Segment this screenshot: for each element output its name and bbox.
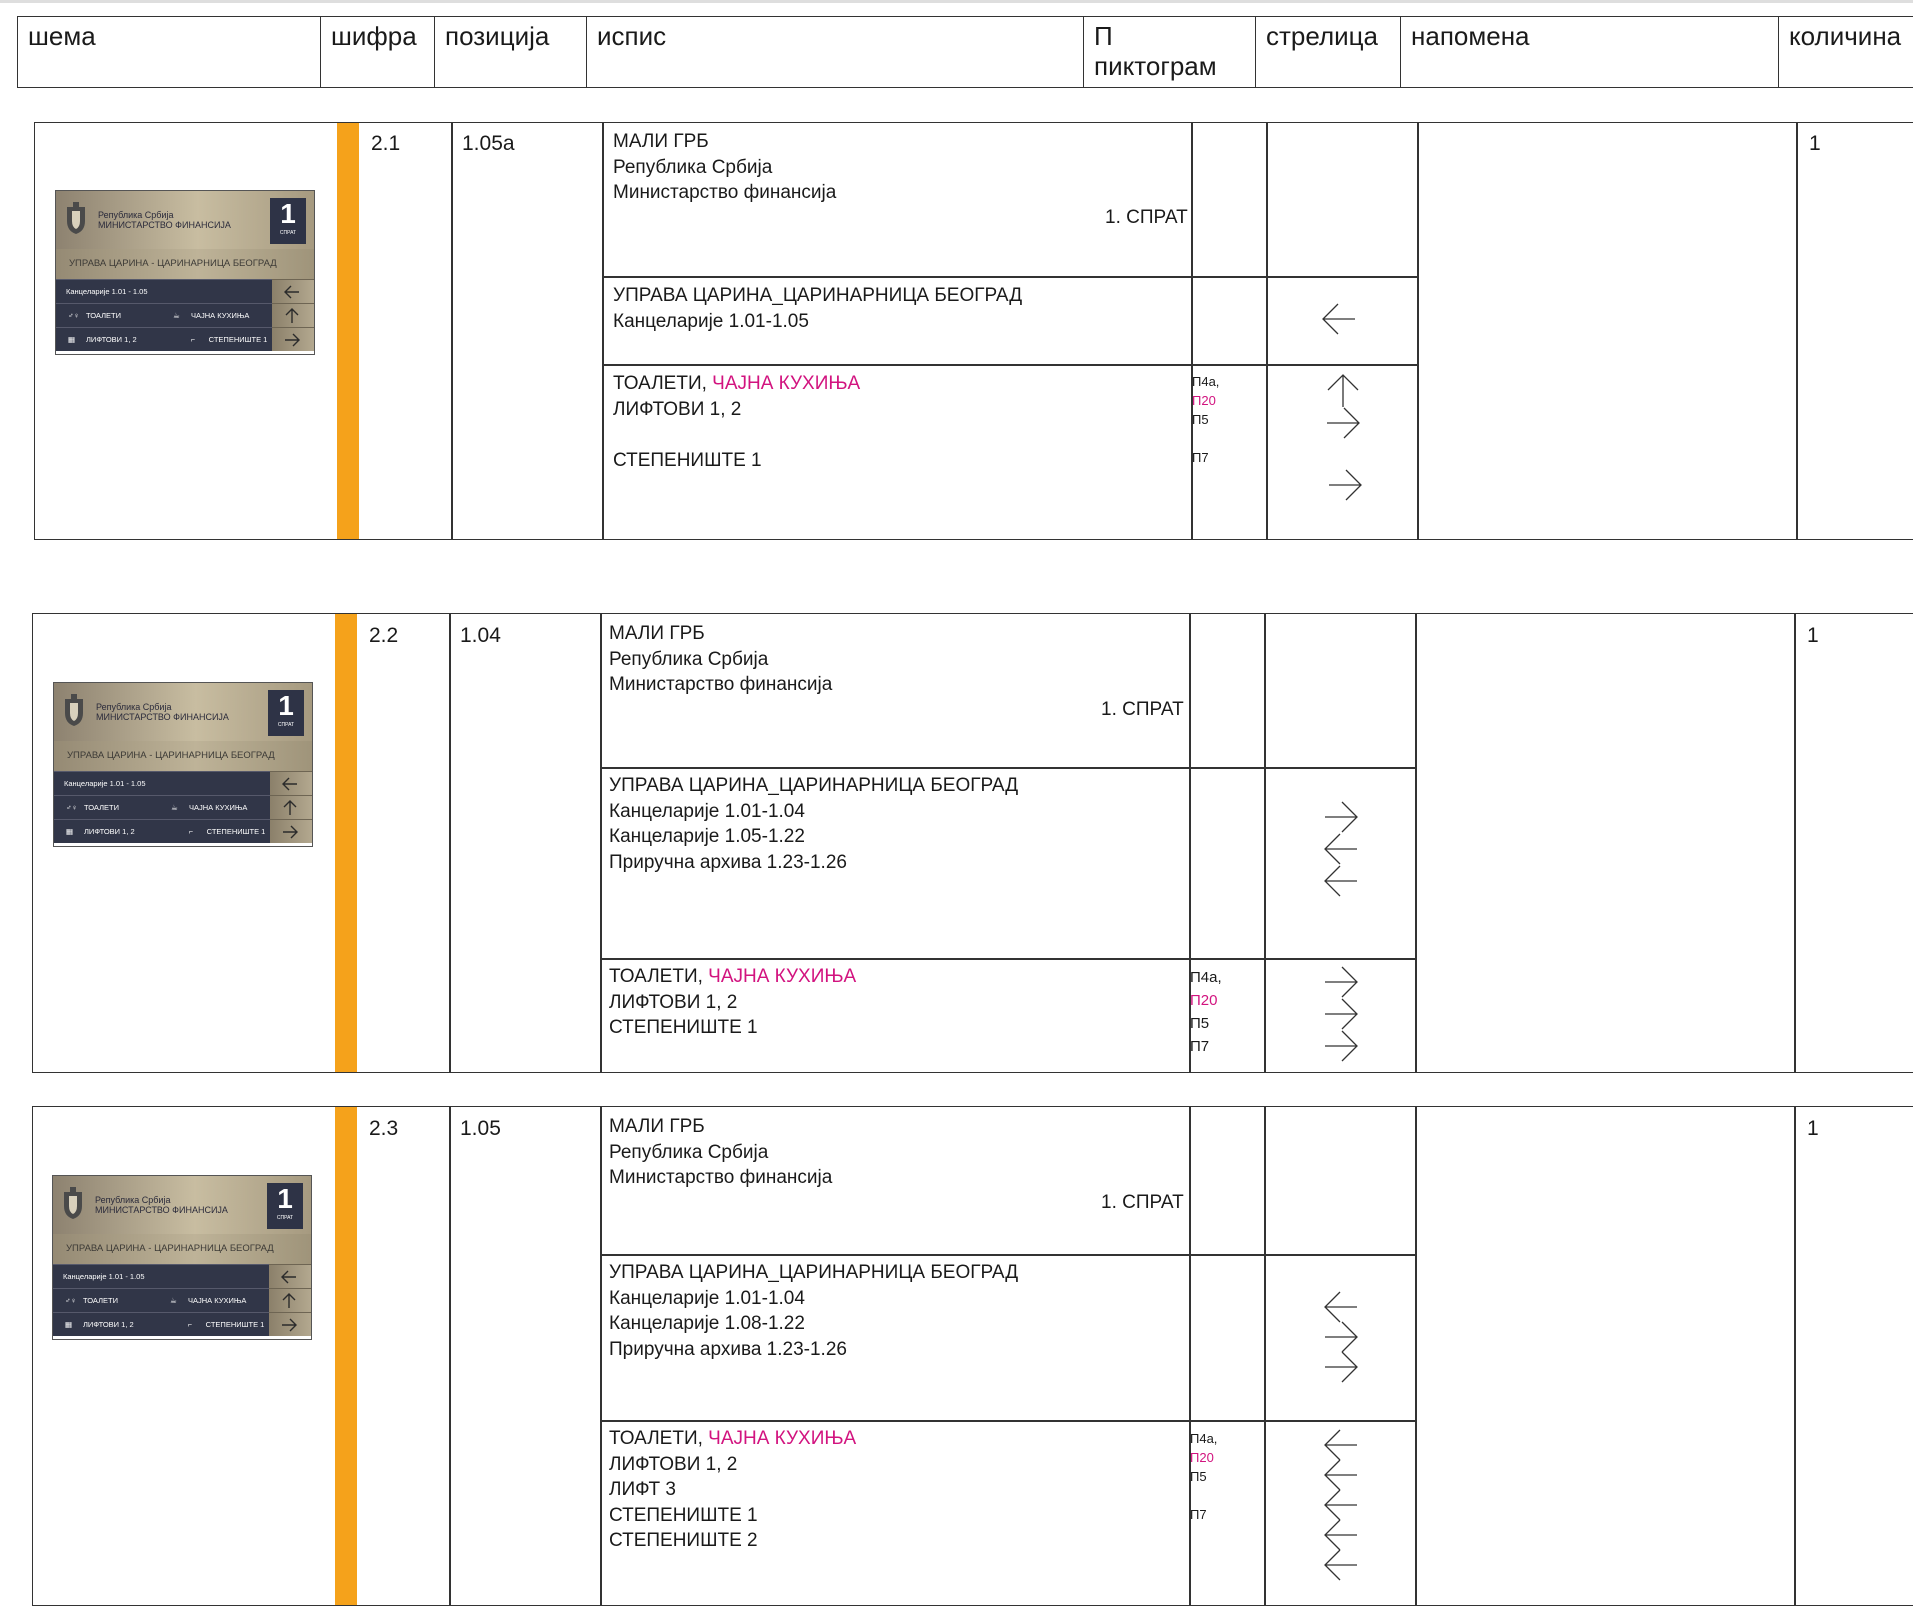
header-schema: шема xyxy=(18,17,321,87)
table-row: Република Србија МИНИСТАРСТВО ФИНАНСИЈА 1… xyxy=(32,613,1913,1073)
header-quantity: количина xyxy=(1789,21,1902,51)
sign-row-toilets: ♂♀ ТОАЛЕТИ ☕ ЧАЈНА КУХИЊА xyxy=(54,795,272,819)
right-arrow-icon xyxy=(270,819,312,843)
section-header-text: МАЛИ ГРБ Република Србија Министарство фин… xyxy=(609,623,833,695)
right-arrow-icon xyxy=(1323,964,1359,1000)
sign-preview: Република Србија МИНИСТАРСТВО ФИНАНСИЈА 1… xyxy=(52,1175,312,1340)
left-arrow-icon xyxy=(1323,1547,1359,1583)
section-directory-text: УПРАВА ЦАРИНА_ЦАРИНАРНИЦА БЕОГРАД Канцела… xyxy=(609,775,1019,873)
orange-marker xyxy=(335,614,357,1072)
sign-floor-badge: 1 СПРАТ xyxy=(268,690,304,736)
table-row: Република Србија МИНИСТАРСТВО ФИНАНСИЈА 1… xyxy=(34,122,1913,540)
section-directory-text: УПРАВА ЦАРИНА_ЦАРИНАРНИЦА БЕОГРАД Канцела… xyxy=(613,285,1023,332)
sign-preview: Република Србија МИНИСТАРСТВО ФИНАНСИЈА 1… xyxy=(53,682,313,847)
position-value: 1.05а xyxy=(462,132,515,155)
header-pictogram-line2: пиктограм xyxy=(1094,51,1217,81)
sign-row-offices: Канцеларије 1.01 - 1.05 xyxy=(54,771,272,795)
section-facilities-text: ТОАЛЕТИ, ЧАЈНА КУХИЊА ЛИФТОВИ 1, 2 ЛИФТ … xyxy=(609,1428,857,1551)
section-directory-text: УПРАВА ЦАРИНА_ЦАРИНАРНИЦА БЕОГРАД Канцела… xyxy=(609,1262,1019,1360)
right-arrow-icon xyxy=(1327,467,1363,503)
stairs-icon: ⌐ xyxy=(190,335,196,344)
left-arrow-icon xyxy=(270,771,312,795)
left-arrow-icon xyxy=(1321,301,1357,337)
up-arrow-icon xyxy=(270,795,312,819)
sign-row-offices: Канцеларије 1.01 - 1.05 xyxy=(56,279,274,303)
right-arrow-icon xyxy=(1323,799,1359,835)
right-arrow-icon xyxy=(1323,1349,1359,1385)
stairs-icon: ⌐ xyxy=(188,827,194,836)
header-pictogram-line1: П xyxy=(1094,21,1113,51)
coat-of-arms-icon xyxy=(61,1186,85,1220)
sign-floor-badge: 1 СПРАТ xyxy=(270,198,306,244)
elevator-icon: ▦ xyxy=(68,335,76,344)
pictogram-codes: П4а, П20 П5 П7 xyxy=(1190,969,1222,1055)
sign-row-lifts: ▦ ЛИФТОВИ 1, 2 ⌐ СТЕПЕНИШТЕ 1 xyxy=(53,1312,271,1336)
header-pictogram: П пиктограм xyxy=(1084,17,1256,87)
toilet-icon: ♂♀ xyxy=(65,1296,77,1305)
up-arrow-icon xyxy=(269,1288,311,1312)
right-arrow-icon xyxy=(1325,405,1361,441)
kitchen-icon: ☕ xyxy=(172,311,180,320)
sign-band: УПРАВА ЦАРИНА - ЦАРИНАРНИЦА БЕОГРАД xyxy=(53,1234,311,1264)
quantity-value: 1 xyxy=(1809,132,1821,155)
floor-label: 1. СПРАТ xyxy=(1105,207,1188,228)
sign-row-toilets: ♂♀ ТОАЛЕТИ ☕ ЧАЈНА КУХИЊА xyxy=(53,1288,271,1312)
table-row: Република Србија МИНИСТАРСТВО ФИНАНСИЈА 1… xyxy=(32,1106,1913,1606)
orange-marker xyxy=(337,123,359,539)
position-value: 1.04 xyxy=(460,624,501,647)
toilet-icon: ♂♀ xyxy=(66,803,78,812)
coat-of-arms-icon xyxy=(64,201,88,235)
kitchen-icon: ☕ xyxy=(169,1296,177,1305)
header-arrow: стрелица xyxy=(1256,17,1401,87)
floor-label: 1. СПРАТ xyxy=(1101,699,1184,720)
header-text: испис xyxy=(587,17,1084,87)
pictogram-codes: П4а, П20 П5 П7 xyxy=(1190,1431,1218,1522)
sign-band: УПРАВА ЦАРИНА - ЦАРИНАРНИЦА БЕОГРАД xyxy=(54,741,312,771)
code-value: 2.1 xyxy=(371,132,401,155)
sign-republic: Република Србија МИНИСТАРСТВО ФИНАНСИЈА xyxy=(96,702,229,722)
orange-marker xyxy=(335,1107,357,1605)
left-arrow-icon xyxy=(269,1264,311,1288)
code-value: 2.3 xyxy=(369,1117,399,1140)
kitchen-icon: ☕ xyxy=(170,803,178,812)
table-header: шема шифра позиција испис П пиктограм ст… xyxy=(17,16,1913,88)
section-facilities-text: ТОАЛЕТИ, ЧАЈНА КУХИЊА ЛИФТОВИ 1, 2 СТЕПЕ… xyxy=(609,966,857,1038)
up-arrow-icon xyxy=(272,303,314,327)
left-arrow-icon xyxy=(272,279,314,303)
right-arrow-icon xyxy=(1323,996,1359,1032)
sign-republic: Република Србија МИНИСТАРСТВО ФИНАНСИЈА xyxy=(95,1195,228,1215)
sign-republic: Република Србија МИНИСТАРСТВО ФИНАНСИЈА xyxy=(98,210,231,230)
sign-row-offices: Канцеларије 1.01 - 1.05 xyxy=(53,1264,271,1288)
section-header-text: МАЛИ ГРБ Република Србија Министарство фин… xyxy=(609,1116,833,1188)
coat-of-arms-icon xyxy=(62,693,86,727)
elevator-icon: ▦ xyxy=(65,1320,73,1329)
floor-label: 1. СПРАТ xyxy=(1101,1192,1184,1213)
header-note: напомена xyxy=(1401,17,1779,87)
quantity-value: 1 xyxy=(1807,624,1819,647)
right-arrow-icon xyxy=(269,1312,311,1336)
sign-floor-badge: 1 СПРАТ xyxy=(267,1183,303,1229)
section-facilities-text: ТОАЛЕТИ, ЧАЈНА КУХИЊА ЛИФТОВИ 1, 2 СТЕПЕ… xyxy=(613,373,861,471)
right-arrow-icon xyxy=(1323,1028,1359,1064)
sign-row-toilets: ♂♀ ТОАЛЕТИ ☕ ЧАЈНА КУХИЊА xyxy=(56,303,274,327)
elevator-icon: ▦ xyxy=(66,827,74,836)
sign-preview: Република Србија МИНИСТАРСТВО ФИНАНСИЈА 1… xyxy=(55,190,315,355)
toilet-icon: ♂♀ xyxy=(68,311,80,320)
sign-band: УПРАВА ЦАРИНА - ЦАРИНАРНИЦА БЕОГРАД xyxy=(56,249,314,279)
pictogram-codes: П4а, П20 П5 П7 xyxy=(1192,374,1220,465)
quantity-value: 1 xyxy=(1807,1117,1819,1140)
right-arrow-icon xyxy=(272,327,314,351)
sign-row-lifts: ▦ ЛИФТОВИ 1, 2 ⌐ СТЕПЕНИШТЕ 1 xyxy=(54,819,272,843)
left-arrow-icon xyxy=(1323,863,1359,899)
header-position: позиција xyxy=(435,17,587,87)
left-arrow-icon xyxy=(1323,831,1359,867)
code-value: 2.2 xyxy=(369,624,399,647)
position-value: 1.05 xyxy=(460,1117,501,1140)
sign-row-lifts: ▦ ЛИФТОВИ 1, 2 ⌐ СТЕПЕНИШТЕ 1 xyxy=(56,327,274,351)
header-code: шифра xyxy=(321,17,435,87)
section-header-text: МАЛИ ГРБ Република Србија Министарство фин… xyxy=(613,131,837,203)
top-separator xyxy=(0,0,1913,3)
up-arrow-icon xyxy=(1325,373,1361,409)
stairs-icon: ⌐ xyxy=(187,1320,193,1329)
